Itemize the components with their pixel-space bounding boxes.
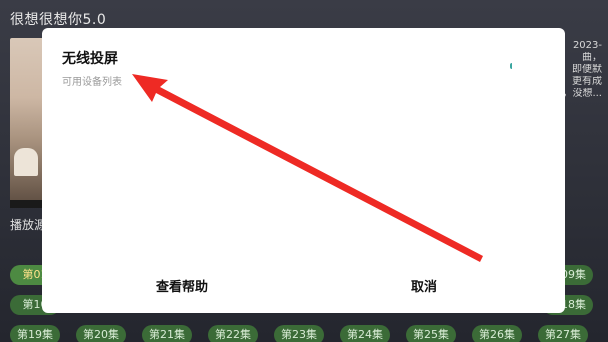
episode-button[interactable]: 第21集 (142, 325, 192, 342)
view-help-button[interactable]: 查看帮助 (156, 276, 208, 295)
cancel-button[interactable]: 取消 (411, 276, 437, 295)
device-list-label: 可用设备列表 (62, 77, 122, 88)
episode-button[interactable]: 第27集 (538, 325, 588, 342)
screencast-dialog: 无线投屏 可用设备列表 查看帮助 取消 (42, 28, 565, 313)
episode-button[interactable]: 第26集 (472, 325, 522, 342)
poster-figure (14, 148, 38, 176)
episode-button[interactable]: 第20集 (76, 325, 126, 342)
page-title: 很想很想你5.0 (10, 12, 107, 28)
dialog-title: 无线投屏 (62, 51, 118, 67)
episode-button[interactable]: 第25集 (406, 325, 456, 342)
episode-button[interactable]: 第23集 (274, 325, 324, 342)
episode-button[interactable]: 第22集 (208, 325, 258, 342)
source-label: 播放源 (10, 218, 47, 232)
loading-spinner-icon (510, 63, 514, 69)
episode-button[interactable]: 第19集 (10, 325, 60, 342)
episode-button[interactable]: 第24集 (340, 325, 390, 342)
